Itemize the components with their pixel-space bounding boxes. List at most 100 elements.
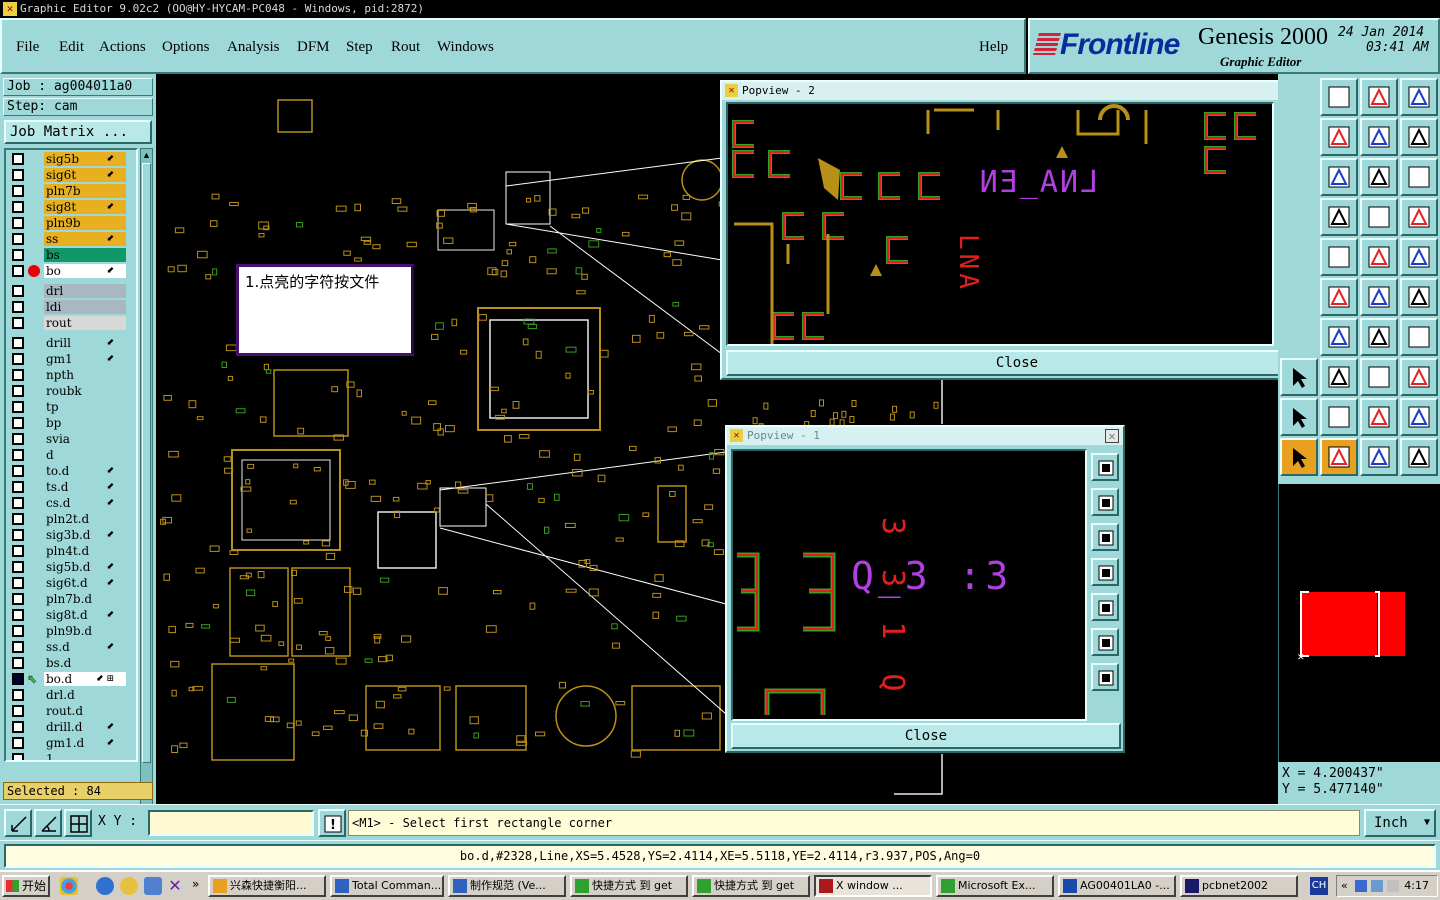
- menu-options[interactable]: Options: [162, 39, 210, 56]
- network-icon[interactable]: [1355, 880, 1367, 892]
- layer-checkbox[interactable]: [12, 673, 24, 685]
- tool-grid-button[interactable]: [1400, 158, 1438, 196]
- language-indicator[interactable]: CH: [1310, 877, 1328, 895]
- taskbar-task-7[interactable]: Microsoft Ex...: [936, 875, 1054, 897]
- layer-checkbox[interactable]: [12, 249, 24, 261]
- layer-row-drill[interactable]: drill ⬋: [8, 336, 136, 350]
- layer-list[interactable]: sig5b ⬋ sig6t ⬋ pln7b sig8t ⬋ pln9b ss ⬋ bs bo ⬋ drl l…: [4, 148, 138, 762]
- layer-row-rout[interactable]: rout: [8, 316, 136, 330]
- popview-1-close-button[interactable]: Close: [731, 723, 1121, 749]
- popview-1-title-bar[interactable]: ✕ Popview - 1 ✕: [727, 427, 1123, 445]
- layer-checkbox[interactable]: [12, 481, 24, 493]
- popview-1-zoom-out-button[interactable]: [1091, 523, 1119, 551]
- tool-arc-button[interactable]: [1320, 318, 1358, 356]
- taskbar-task-6[interactable]: X window ...: [814, 875, 932, 897]
- popview-1-zoom-fit-button[interactable]: [1091, 453, 1119, 481]
- tool-window-button[interactable]: [1360, 78, 1398, 116]
- layer-name[interactable]: pln9b.d: [44, 624, 126, 638]
- layer-row-ldi[interactable]: ldi: [8, 300, 136, 314]
- layer-row-sig5b-d[interactable]: sig5b.d ⬋: [8, 560, 136, 574]
- layer-name[interactable]: drl.d: [44, 688, 126, 702]
- layer-name[interactable]: d: [44, 448, 126, 462]
- layer-checkbox[interactable]: [12, 401, 24, 413]
- layer-row-1[interactable]: 1: [8, 752, 136, 760]
- popview-1-pan-left-button[interactable]: [1091, 558, 1119, 586]
- layer-name[interactable]: sig3b.d ⬋: [44, 528, 126, 542]
- tool-select-box-button[interactable]: [1320, 438, 1358, 476]
- popview-2-viewport[interactable]: LNA_EN LNA: [726, 102, 1274, 346]
- layer-checkbox[interactable]: [12, 201, 24, 213]
- layer-row-drl[interactable]: drl: [8, 284, 136, 298]
- tool-measure-button[interactable]: [1360, 358, 1398, 396]
- scroll-thumb[interactable]: [142, 163, 151, 763]
- layer-name[interactable]: drl: [44, 284, 126, 298]
- start-button[interactable]: 开始: [2, 875, 50, 897]
- layer-name[interactable]: bs.d: [44, 656, 126, 670]
- layer-checkbox[interactable]: [12, 593, 24, 605]
- layer-row-svia[interactable]: svia: [8, 432, 136, 446]
- menu-actions[interactable]: Actions: [99, 39, 146, 56]
- layer-checkbox[interactable]: [12, 561, 24, 573]
- layer-row-bs-d[interactable]: bs.d: [8, 656, 136, 670]
- layer-name[interactable]: pln7b.d: [44, 592, 126, 606]
- tool-move-button[interactable]: [1400, 118, 1438, 156]
- scroll-up-icon[interactable]: ▲: [141, 149, 152, 161]
- taskbar-task-3[interactable]: 制作规范 (Ve...: [448, 875, 566, 897]
- layer-row-pln9b[interactable]: pln9b: [8, 216, 136, 230]
- job-matrix-button[interactable]: Job Matrix ...: [4, 120, 152, 144]
- layer-checkbox[interactable]: [12, 337, 24, 349]
- zoom-line-button[interactable]: [4, 809, 32, 837]
- layer-checkbox[interactable]: [12, 265, 24, 277]
- taskbar-task-4[interactable]: 快捷方式 到 get: [570, 875, 688, 897]
- layer-name[interactable]: sig8t.d ⬋: [44, 608, 126, 622]
- layer-name[interactable]: pln9b: [44, 216, 126, 230]
- layer-name[interactable]: sig8t ⬋: [44, 200, 126, 214]
- layer-name[interactable]: pln4t.d: [44, 544, 126, 558]
- layer-checkbox[interactable]: [12, 369, 24, 381]
- tool-diagonal-button[interactable]: [1400, 278, 1438, 316]
- layer-name[interactable]: bo ⬋: [44, 264, 126, 278]
- popview-2-close-button[interactable]: Close: [726, 350, 1308, 376]
- tool-swap-button[interactable]: [1320, 118, 1358, 156]
- taskbar-task-5[interactable]: 快捷方式 到 get: [692, 875, 810, 897]
- layer-row-bp[interactable]: bp: [8, 416, 136, 430]
- popview-1-pan-right-button[interactable]: [1091, 593, 1119, 621]
- layer-name[interactable]: sig6t ⬋: [44, 168, 126, 182]
- popview-1-viewport[interactable]: Q_3 :3 3 3 1 Q: [731, 449, 1087, 721]
- popview-2-title-bar[interactable]: ✕ Popview - 2 ✕: [722, 82, 1310, 100]
- quicklaunch-app-icon[interactable]: [60, 877, 78, 895]
- layer-row-bo-d[interactable]: ⇖ bo.d ⬋ ⊞: [8, 672, 136, 686]
- tool-select-button[interactable]: [1280, 438, 1318, 476]
- layer-row-ss[interactable]: ss ⬋: [8, 232, 136, 246]
- tool-connect-button[interactable]: [1400, 318, 1438, 356]
- tray-expand-icon[interactable]: «: [1341, 879, 1348, 892]
- layer-name[interactable]: sig5b ⬋: [44, 152, 126, 166]
- layer-row-pln2t-d[interactable]: pln2t.d: [8, 512, 136, 526]
- layer-checkbox[interactable]: [12, 385, 24, 397]
- popview-2-drawing[interactable]: LNA_EN LNA: [728, 104, 1272, 344]
- menu-dfm[interactable]: DFM: [297, 39, 330, 56]
- taskbar-task-2[interactable]: Total Comman...: [330, 875, 444, 897]
- tool-triangle-c-button[interactable]: [1400, 398, 1438, 436]
- layer-checkbox[interactable]: [12, 513, 24, 525]
- menu-file[interactable]: File: [16, 39, 39, 56]
- layer-row-drl-d[interactable]: drl.d: [8, 688, 136, 702]
- tool-ff-button[interactable]: [1360, 318, 1398, 356]
- tool-triangle-a-button[interactable]: [1320, 398, 1358, 436]
- tool-edit-button[interactable]: [1400, 198, 1438, 236]
- tool-rings-button[interactable]: [1400, 358, 1438, 396]
- menu-analysis[interactable]: Analysis: [227, 39, 280, 56]
- tool-pad-blue-button[interactable]: [1280, 358, 1318, 396]
- layer-name[interactable]: gm1.d ⬋: [44, 736, 126, 750]
- popview-1-zoom-in-button[interactable]: [1091, 488, 1119, 516]
- tool-select-poly-button[interactable]: [1360, 438, 1398, 476]
- menu-help[interactable]: Help: [979, 39, 1008, 56]
- xy-input[interactable]: [148, 810, 314, 836]
- layer-checkbox[interactable]: [12, 657, 24, 669]
- layer-checkbox[interactable]: [12, 317, 24, 329]
- layer-name[interactable]: 1: [44, 752, 126, 760]
- layer-row-sig5b[interactable]: sig5b ⬋: [8, 152, 136, 166]
- menu-edit[interactable]: Edit: [59, 39, 84, 56]
- layer-name[interactable]: ss.d ⬋: [44, 640, 126, 654]
- layer-checkbox[interactable]: [12, 641, 24, 653]
